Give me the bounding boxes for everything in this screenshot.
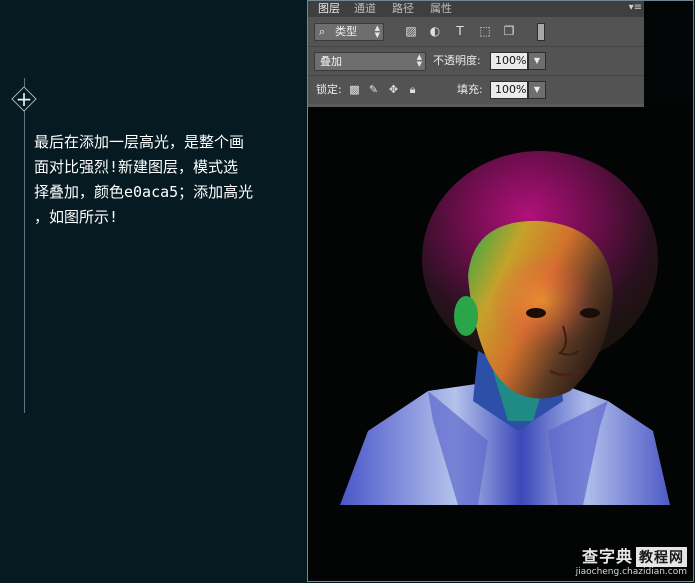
updown-icon: ▲ ▼	[374, 24, 380, 39]
blend-mode-value: 叠加	[320, 55, 342, 68]
search-icon: ⌕	[319, 25, 326, 38]
panel-tab-bar: 图层 通道 路径 属性 ▾≡	[308, 1, 644, 17]
tab-layers[interactable]: 图层	[318, 2, 340, 16]
fill-label: 填充:	[457, 83, 483, 96]
layers-panel: 图层 通道 路径 属性 ▾≡ ⌕ 类型 ▲ ▼ ▨ ◐ T ⬚ ❐ 叠加 ▲ ▼ 不…	[308, 1, 644, 107]
filter-toggle[interactable]	[537, 23, 545, 41]
tab-channels[interactable]: 通道	[354, 2, 376, 16]
lock-paint-icon[interactable]: ✎	[367, 83, 380, 96]
lock-transparent-icon[interactable]: ▩	[348, 83, 361, 96]
portrait-image	[308, 101, 693, 581]
adjustment-icon[interactable]: ◐	[428, 24, 442, 38]
lock-move-icon[interactable]: ✥	[387, 83, 400, 96]
edited-photo	[308, 101, 693, 581]
shape-icon[interactable]: ⬚	[478, 24, 492, 38]
opacity-dropdown-button[interactable]: ▼	[528, 52, 546, 70]
watermark-brand: 查字典	[581, 547, 633, 566]
step-text-line: 最后在添加一层高光，是整个画	[34, 133, 245, 151]
plus-icon: +	[15, 87, 33, 111]
watermark-brand-boxed: 教程网	[636, 547, 687, 567]
step-text-line: 面对比强烈!新建图层，模式选	[34, 158, 239, 176]
panel-menu-icon[interactable]: ▾≡	[629, 1, 642, 15]
tab-properties[interactable]: 属性	[430, 2, 452, 16]
smart-object-icon[interactable]: ❐	[502, 24, 516, 38]
fill-input[interactable]: 100%	[490, 81, 528, 99]
step-marker: +	[11, 86, 37, 112]
opacity-label: 不透明度:	[433, 54, 481, 67]
timeline-line	[24, 78, 25, 413]
watermark: 查字典 教程网 jiaocheng.chazidian.com	[576, 543, 687, 577]
watermark-url: jiaocheng.chazidian.com	[575, 567, 687, 577]
layer-filter-row: ⌕ 类型 ▲ ▼ ▨ ◐ T ⬚ ❐	[308, 18, 644, 47]
tab-paths[interactable]: 路径	[392, 2, 414, 16]
opacity-input[interactable]: 100%	[490, 52, 528, 70]
fill-dropdown-button[interactable]: ▼	[528, 81, 546, 99]
blend-row: 叠加 ▲ ▼ 不透明度: 100% ▼	[308, 47, 644, 76]
photoshop-screenshot: 图层 通道 路径 属性 ▾≡ ⌕ 类型 ▲ ▼ ▨ ◐ T ⬚ ❐ 叠加 ▲ ▼ 不…	[307, 0, 694, 582]
filter-type-select[interactable]: ⌕ 类型 ▲ ▼	[314, 23, 384, 41]
filter-type-label: 类型	[335, 25, 357, 38]
type-icon[interactable]: T	[453, 24, 467, 38]
layer-list-edge	[308, 104, 644, 107]
blend-mode-select[interactable]: 叠加 ▲ ▼	[314, 52, 426, 71]
step-text-line: 择叠加，颜色e0aca5；添加高光	[34, 183, 254, 201]
updown-icon: ▲ ▼	[416, 53, 422, 68]
lock-label: 锁定:	[316, 83, 342, 96]
image-icon[interactable]: ▨	[404, 24, 418, 38]
step-text-line: ，如图所示!	[34, 208, 119, 226]
lock-row: 锁定: ▩ ✎ ✥ 🔒︎ 填充: 100% ▼	[308, 76, 644, 104]
step-description: 最后在添加一层高光，是整个画 面对比强烈!新建图层，模式选 择叠加，颜色e0ac…	[34, 130, 292, 230]
lock-all-icon[interactable]: 🔒︎	[406, 83, 419, 96]
watermark-logo: 查字典 教程网	[576, 543, 687, 567]
